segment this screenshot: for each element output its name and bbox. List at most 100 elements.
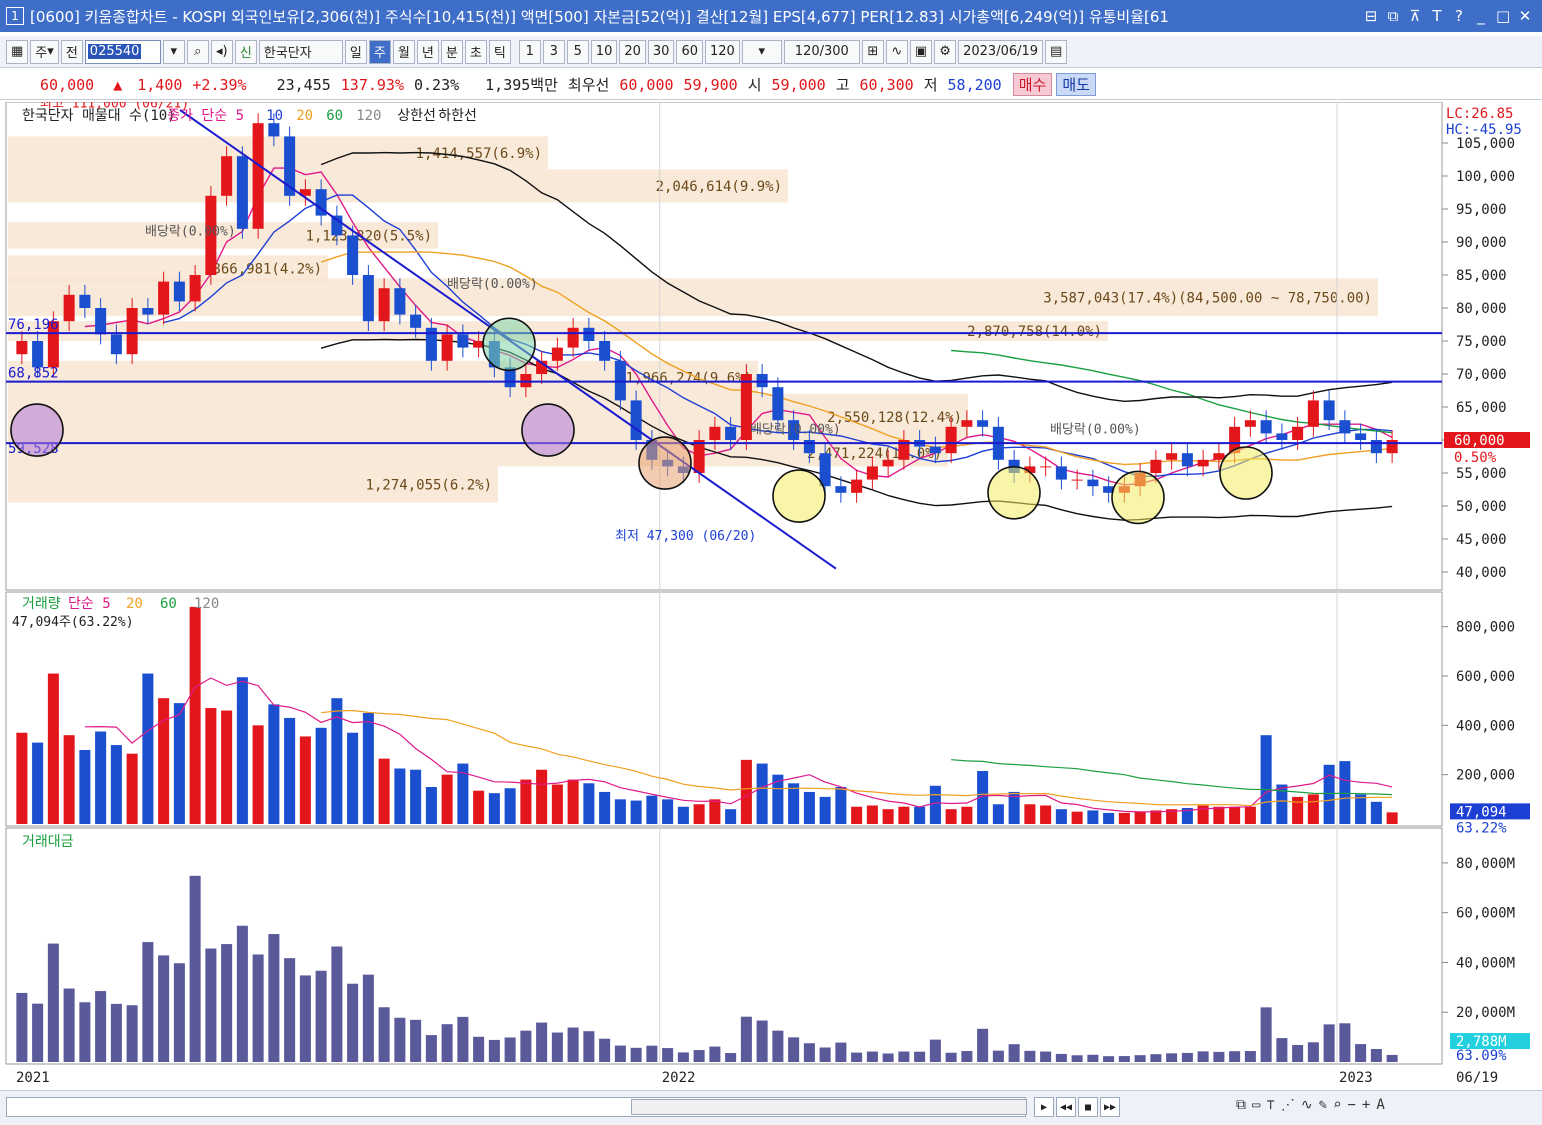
volume-value: 23,455	[276, 75, 331, 94]
period-tab-5[interactable]: 초	[464, 39, 487, 64]
wave-icon[interactable]: ∿	[1301, 1097, 1313, 1113]
save-icon[interactable]: ▣	[909, 39, 933, 64]
volume-bar	[284, 717, 296, 824]
buy-button[interactable]: 매수	[1012, 73, 1053, 96]
amount-bar	[1213, 1051, 1225, 1062]
volume-bar	[1370, 801, 1382, 824]
volume-bar	[1386, 812, 1398, 824]
period-tab-3[interactable]: 년	[416, 39, 439, 64]
interval-dropdown[interactable]: ▾	[741, 39, 782, 64]
window-controls: ⊟ ⧉ ⊼ T? _ □ ✕	[1354, 7, 1542, 25]
amount-bar	[1260, 1007, 1272, 1062]
candle-body	[142, 308, 154, 315]
interval-button-2[interactable]: 5	[566, 39, 589, 64]
code-input[interactable]: 025540	[84, 39, 161, 64]
price-legend-item: 한국단자 매물대 수(10)	[22, 108, 176, 124]
ruler-icon[interactable]: ⊤	[1266, 1097, 1274, 1113]
interval-button-1[interactable]: 3	[542, 39, 565, 64]
amount-bar	[882, 1053, 894, 1062]
amount-bar	[583, 1031, 595, 1062]
date-input[interactable]: 2023/06/19	[958, 39, 1044, 64]
prev-button[interactable]: 전	[60, 39, 83, 64]
scroll-thumb[interactable]	[631, 1099, 1027, 1115]
magnify-icon[interactable]: ⌕	[1333, 1097, 1341, 1113]
candle-body	[1181, 453, 1193, 467]
volume-bar	[488, 793, 500, 824]
window-control-2[interactable]: ⊼	[1408, 7, 1422, 25]
amount-bar	[1339, 1023, 1351, 1062]
line-tool-icon[interactable]: ∿	[885, 39, 908, 64]
x-axis-right-label: 06/19	[1456, 1070, 1498, 1086]
candle-body	[32, 341, 44, 368]
amount-bar	[772, 1030, 784, 1062]
price-legend-item: 하한선	[438, 108, 477, 124]
amount-y-label: 40,000M	[1456, 955, 1515, 971]
period-tab-6[interactable]: 틱	[488, 39, 511, 64]
period-tab-2[interactable]: 월	[392, 39, 415, 64]
play-icon[interactable]: ▶	[1034, 1097, 1054, 1117]
trend-icon[interactable]: ⋰	[1281, 1097, 1295, 1113]
market-type-select[interactable]: 주 ▾	[30, 39, 59, 64]
count-input[interactable]: 120/300	[783, 39, 860, 64]
volume-bar	[1040, 805, 1052, 824]
candle-body	[866, 466, 878, 480]
hc-label: HC:-45.95	[1446, 122, 1522, 138]
window-control-1[interactable]: ⧉	[1386, 7, 1400, 25]
stock-chart[interactable]: 1,414,557(6.9%)2,046,614(9.9%)1,123,820(…	[0, 102, 1542, 1090]
interval-button-3[interactable]: 10	[590, 39, 618, 64]
amount-bar	[1370, 1049, 1382, 1062]
minus-icon[interactable]: −	[1347, 1097, 1355, 1113]
chart-type-icon[interactable]: ⊞	[861, 39, 884, 64]
text-icon[interactable]: A	[1376, 1097, 1384, 1113]
window-control-6[interactable]: □	[1496, 7, 1510, 25]
amount-bar	[1055, 1053, 1067, 1062]
search-icon[interactable]: ⌕	[186, 39, 209, 64]
amount-bar	[662, 1048, 674, 1062]
chart-scrollbar[interactable]	[6, 1097, 1027, 1117]
interval-button-5[interactable]: 30	[647, 39, 675, 64]
interval-button-0[interactable]: 1	[518, 39, 541, 64]
amount-bar	[126, 1005, 138, 1062]
forward-icon[interactable]: ▶▶	[1100, 1097, 1120, 1117]
highlight-circle	[1111, 470, 1165, 525]
calendar-icon[interactable]: ▤	[1045, 39, 1068, 64]
price-y-label: 85,000	[1456, 268, 1507, 284]
rewind-icon[interactable]: ◀◀	[1056, 1097, 1076, 1117]
period-tab-1[interactable]: 주	[368, 39, 391, 64]
plus-icon[interactable]: +	[1362, 1097, 1370, 1113]
sell-button[interactable]: 매도	[1056, 73, 1096, 96]
pen-icon[interactable]: ✎	[1319, 1097, 1327, 1113]
volume-profile-label: 2,870,758(14.0%)	[967, 324, 1102, 340]
window-control-3[interactable]: T	[1430, 7, 1444, 25]
volume-bar	[614, 799, 626, 824]
volume-bar	[221, 710, 233, 824]
volume-bar	[142, 673, 154, 824]
volume-bar	[929, 785, 941, 824]
candle-body	[1386, 440, 1398, 454]
candle-body	[1040, 466, 1052, 468]
period-tab-4[interactable]: 분	[440, 39, 463, 64]
window-control-0[interactable]: ⊟	[1364, 7, 1378, 25]
interval-button-6[interactable]: 60	[676, 39, 703, 64]
window-icon[interactable]: ▭	[1252, 1097, 1260, 1113]
code-dropdown-icon[interactable]: ▾	[162, 39, 185, 64]
window-control-4[interactable]: ?	[1452, 7, 1466, 25]
copy-icon[interactable]: ⧉	[1236, 1097, 1246, 1113]
interval-button-7[interactable]: 120	[704, 39, 740, 64]
volume-bar	[1292, 796, 1304, 824]
speaker-icon[interactable]: ◂)	[210, 39, 233, 64]
price-change-pct: +2.39%	[192, 75, 247, 94]
amount-bar	[756, 1020, 768, 1062]
highlight-circle	[482, 317, 536, 372]
candle-body	[929, 446, 941, 454]
grid-icon[interactable]: ▦	[6, 39, 29, 64]
window-control-7[interactable]: ✕	[1518, 7, 1532, 25]
volume-bar	[378, 758, 390, 824]
period-tab-0[interactable]: 일	[344, 39, 367, 64]
window-control-5[interactable]: _	[1474, 7, 1488, 25]
stop-icon[interactable]: ■	[1078, 1097, 1098, 1117]
interval-button-4[interactable]: 20	[619, 39, 646, 64]
credit-badge[interactable]: 신	[234, 39, 257, 64]
settings-icon[interactable]: ⚙	[934, 39, 957, 64]
dividend-label: 배당락(0.00%)	[1050, 422, 1141, 437]
